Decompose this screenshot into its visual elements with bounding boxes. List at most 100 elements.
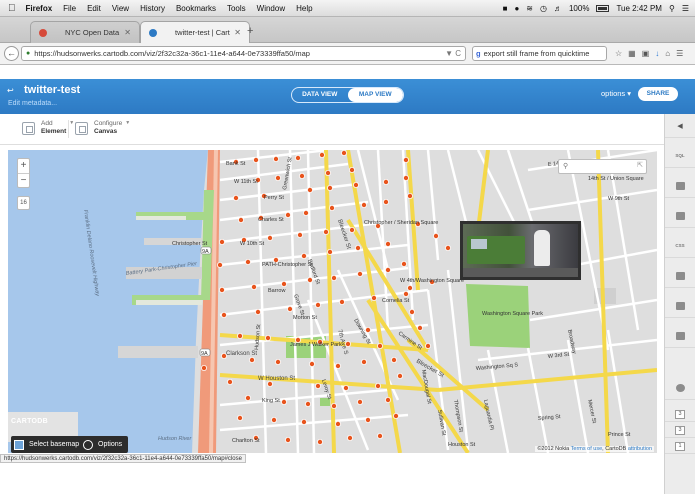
attribution-link[interactable]: attribution <box>628 446 652 452</box>
spotlight-icon[interactable]: ⚲ <box>669 4 675 13</box>
arrow-left-icon: ◀ <box>677 122 683 130</box>
chart-panel-button[interactable] <box>665 324 695 348</box>
brush-icon <box>675 181 685 190</box>
nav-toolbar-icons: ☆ ▦ ▣ ↓ ⌂ ☰ <box>615 49 683 58</box>
terms-of-use-link[interactable]: Terms of use <box>571 446 602 452</box>
star-icon[interactable]: ☆ <box>615 49 622 58</box>
volume-icon[interactable]: ♬ <box>554 4 562 13</box>
sync-icon[interactable]: ● <box>514 4 519 13</box>
edit-metadata-link[interactable]: Edit metadata... <box>8 100 57 107</box>
map-toolbar: Add Element ▼ Configure Canvas ▼ <box>0 114 664 145</box>
help-panel-button[interactable] <box>665 376 695 400</box>
url-bar[interactable]: ● https://hudsonwerks.cartodb.com/viz/2f… <box>21 46 466 61</box>
tab-label: NYC Open Data <box>65 28 120 37</box>
street-label: Clarkson St <box>226 351 257 357</box>
new-tab-icon[interactable]: + <box>247 25 253 37</box>
google-icon: g <box>476 49 481 58</box>
css-panel-button[interactable]: CSS <box>665 234 695 258</box>
lock-badge-icon[interactable]: ▣ <box>642 49 650 58</box>
dropbox-icon[interactable]: ■ <box>503 4 508 13</box>
street-label: Bank St <box>226 161 246 167</box>
search-value[interactable]: export still frame from quicktime <box>484 49 590 58</box>
reading-list-icon[interactable]: ▦ <box>628 49 636 58</box>
chart-icon <box>675 331 685 340</box>
menubar-status-area: ■ ● ≋ ◷ ♬ 100% Tue 2:42 PM ⚲ ☰ <box>503 0 689 17</box>
layer-counter[interactable]: 3 <box>665 408 695 422</box>
fullscreen-icon[interactable]: ⇱ <box>637 161 643 169</box>
url-text[interactable]: https://hudsonwerks.cartodb.com/viz/2f32… <box>34 49 445 58</box>
menu-app-firefox[interactable]: Firefox <box>26 4 53 13</box>
view-toggle: DATA VIEW MAP VIEW <box>291 87 404 103</box>
street-label: Prince St <box>608 432 631 438</box>
menu-history[interactable]: History <box>140 4 165 13</box>
search-icon: ⚲ <box>563 163 569 170</box>
street-label: Cornelia St <box>382 298 410 304</box>
tab-twitter-test[interactable]: twitter-test | CartoDB ✕ <box>140 21 250 43</box>
street-label: King St <box>262 398 280 404</box>
options-icon <box>83 439 93 450</box>
chevron-down-icon: ▼ <box>69 120 75 126</box>
sql-icon: SQL <box>675 153 685 158</box>
apple-menu-icon[interactable]:  <box>8 3 16 14</box>
right-tool-sidebar: ◀ SQL CSS 3 3 1 <box>664 114 695 494</box>
zoom-in-button[interactable]: + <box>18 159 29 173</box>
menu-tools[interactable]: Tools <box>227 4 246 13</box>
menu-bookmarks[interactable]: Bookmarks <box>176 4 216 13</box>
add-label-top: Add <box>41 120 53 127</box>
map-canvas[interactable]: 9A 9A Bank St W 11th St Perry St Charles… <box>8 150 657 453</box>
station-label: W 4th/Washington Square <box>400 278 464 284</box>
nyc-favicon-icon <box>39 28 47 37</box>
infowindow-panel-button[interactable] <box>665 204 695 228</box>
collapse-panel-button[interactable]: ◀ <box>665 114 695 138</box>
battery-icon[interactable] <box>596 5 610 12</box>
legend-panel-button[interactable] <box>665 264 695 288</box>
download-icon[interactable]: ↓ <box>655 49 659 58</box>
zoom-out-button[interactable]: − <box>18 173 29 187</box>
add-element-label: Add Element <box>41 120 66 136</box>
search-bar[interactable]: g export still frame from quicktime <box>472 46 607 61</box>
browser-tab-strip: NYC Open Data ✕ twitter-test | CartoDB ✕… <box>0 17 695 43</box>
menu-file[interactable]: File <box>63 4 76 13</box>
share-button[interactable]: SHARE <box>638 87 678 101</box>
street-label: Christopher St <box>172 241 208 247</box>
home-icon[interactable]: ⌂ <box>665 49 670 58</box>
street-label: W Houston St <box>258 376 295 382</box>
park-label: Washington Square Park <box>482 311 543 317</box>
menu-help[interactable]: Help <box>296 4 312 13</box>
attribution-prefix: ©2012 Nokia <box>537 446 570 452</box>
menu-edit[interactable]: Edit <box>87 4 101 13</box>
back-arrow-icon[interactable]: ← <box>4 46 19 61</box>
menu-window[interactable]: Window <box>257 4 285 13</box>
wifi-icon[interactable]: ≋ <box>526 4 533 13</box>
timemachine-icon[interactable]: ◷ <box>540 4 547 13</box>
sql-panel-button[interactable]: SQL <box>665 144 695 168</box>
configure-label-top: Configure <box>94 120 123 127</box>
map-attribution: ©2012 Nokia Terms of use, CartoDB attrib… <box>535 446 654 452</box>
map-search-input[interactable]: ⚲ ⇱ <box>558 159 647 174</box>
station-label: Christopher / Sheridan Square <box>364 220 438 226</box>
layer-counter[interactable]: 3 <box>665 424 695 438</box>
layer-count-badge: 1 <box>675 442 685 451</box>
map-view-button[interactable]: MAP VIEW <box>347 88 403 102</box>
notification-center-icon[interactable]: ☰ <box>682 4 689 13</box>
menu-view[interactable]: View <box>112 4 129 13</box>
configure-canvas-button[interactable]: Configure Canvas ▼ <box>75 120 130 136</box>
back-to-dashboard-icon[interactable]: ↩ <box>7 86 14 95</box>
hamburger-menu-icon[interactable]: ☰ <box>676 49 683 58</box>
close-tab-icon[interactable]: ✕ <box>124 28 131 37</box>
options-menu-button[interactable]: options ▾ <box>601 89 631 98</box>
layer-counter[interactable]: 1 <box>665 440 695 454</box>
filters-panel-button[interactable] <box>665 294 695 318</box>
close-tab-icon[interactable]: ✕ <box>234 28 241 37</box>
select-basemap-label: Select basemap <box>29 441 80 448</box>
wizard-panel-button[interactable] <box>665 174 695 198</box>
add-element-button[interactable]: Add Element ▼ <box>22 120 74 136</box>
clock[interactable]: Tue 2:42 PM <box>616 4 662 13</box>
select-basemap-button[interactable]: Select basemap <box>11 436 86 453</box>
dataset-title[interactable]: twitter-test <box>24 84 80 96</box>
tab-nyc-open-data[interactable]: NYC Open Data ✕ <box>30 21 140 43</box>
reload-icon[interactable]: ▼ C <box>445 49 461 58</box>
map-options-button[interactable]: Options <box>80 436 129 453</box>
map-tiles[interactable]: 9A 9A Bank St W 11th St Perry St Charles… <box>8 150 657 453</box>
data-view-button[interactable]: DATA VIEW <box>292 88 348 102</box>
